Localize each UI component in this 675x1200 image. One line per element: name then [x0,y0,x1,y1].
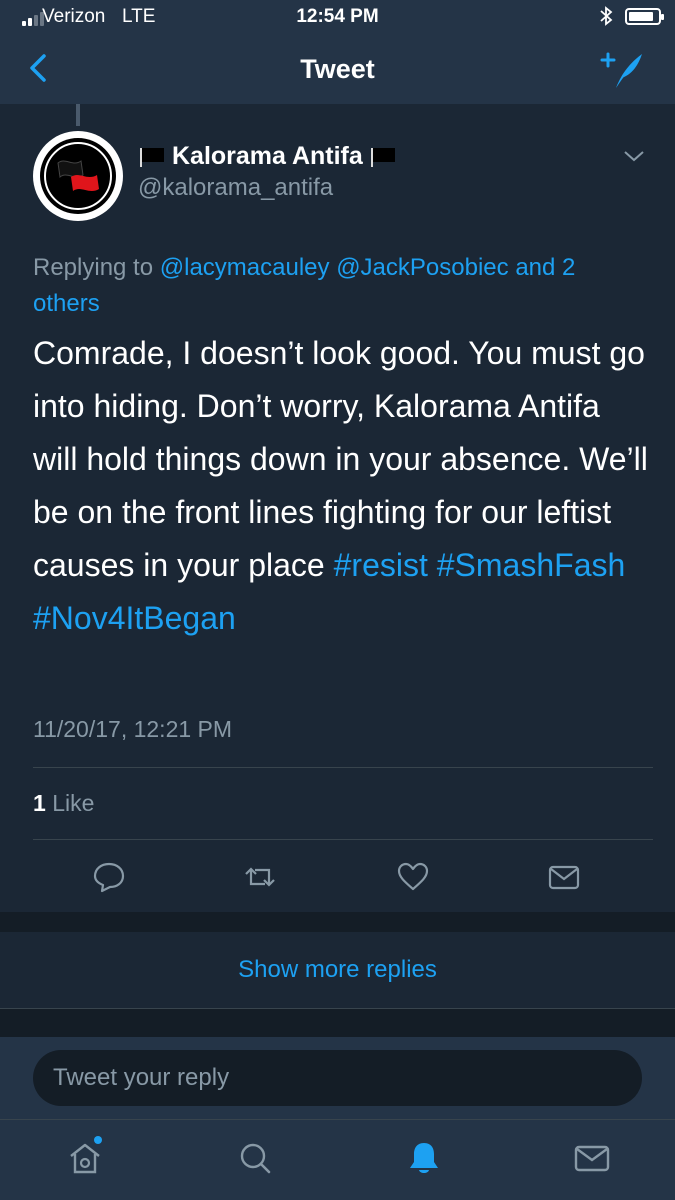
hashtag-link[interactable]: #resist [334,547,428,583]
search-icon[interactable] [236,1138,274,1178]
like-count-label: Like [52,790,95,816]
like-count[interactable]: 1 Like [33,790,94,817]
black-flag-icon [140,147,164,167]
tweet-timestamp: 11/20/17, 12:21 PM [33,716,233,742]
reply-input[interactable] [33,1050,642,1106]
hashtag-link[interactable]: #SmashFash [437,547,626,583]
status-bar: Verizon LTE 12:54 PM [0,0,675,36]
tab-bar [0,1119,675,1200]
mention-link[interactable]: @lacymacauley [160,254,330,281]
header: Verizon LTE 12:54 PM Tweet [0,0,675,104]
home-icon[interactable] [66,1138,104,1178]
display-name-text: Kalorama Antifa [172,142,363,170]
display-name[interactable]: Kalorama Antifa [138,142,397,171]
status-time: 12:54 PM [296,6,379,27]
mention-link[interactable]: @JackPosobiec [336,254,508,281]
tweet-actions [0,850,675,904]
replying-to-line: Replying to @lacymacauley @JackPosobiec … [33,250,643,322]
like-icon[interactable] [396,860,430,894]
divider [33,767,653,768]
reply-icon[interactable] [92,860,126,894]
section-separator [0,1009,675,1037]
chevron-down-icon[interactable] [622,148,646,164]
show-more-replies-button[interactable]: Show more replies [0,932,675,1009]
home-notification-dot [94,1136,102,1144]
divider [33,839,653,840]
messages-icon[interactable] [573,1138,611,1178]
section-separator [0,912,675,932]
retweet-icon[interactable] [243,860,277,894]
page-title: Tweet [300,54,375,84]
thread-connector-line [76,104,80,126]
tweet-text: Comrade, I doesn’t look good. You must g… [33,327,653,645]
compose-tweet-icon[interactable] [598,48,648,92]
nav-bar: Tweet [0,36,675,104]
replying-prefix: Replying to [33,254,160,281]
black-flag-icon [370,147,395,167]
antifa-flag-avatar-icon [34,132,122,220]
bluetooth-icon [600,6,613,26]
tweet-body: Comrade, I doesn’t look good. You must g… [33,335,648,583]
avatar[interactable] [33,131,123,221]
battery-icon [625,8,664,25]
reply-bar [0,1037,675,1119]
like-count-number: 1 [33,790,46,816]
user-handle[interactable]: @kalorama_antifa [138,174,333,202]
direct-message-icon[interactable] [547,860,581,894]
notifications-bell-icon[interactable] [405,1138,443,1178]
hashtag-link[interactable]: #Nov4ItBegan [33,600,236,636]
